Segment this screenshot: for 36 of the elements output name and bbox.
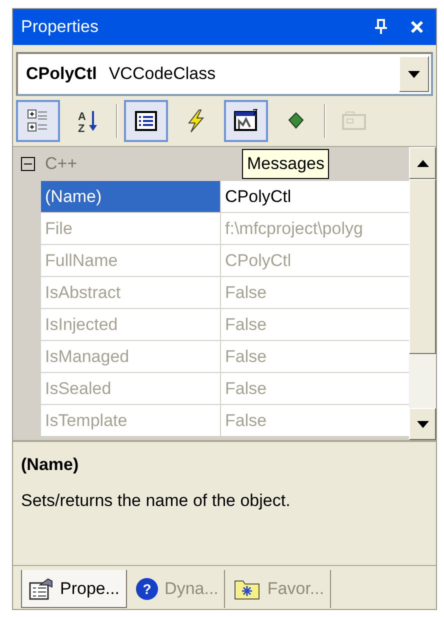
- scroll-thumb[interactable]: [409, 179, 436, 354]
- help-icon: ?: [134, 577, 159, 601]
- categorized-button[interactable]: [16, 100, 60, 142]
- scroll-down-button[interactable]: [409, 408, 436, 440]
- panel-tab[interactable]: ? Dyna...: [128, 570, 226, 608]
- categorized-list-icon: [27, 109, 49, 133]
- property-pages-icon: [342, 111, 366, 131]
- caret-icon: [408, 70, 420, 78]
- close-icon[interactable]: [410, 20, 424, 34]
- window-message-icon: [233, 109, 259, 133]
- scroll-up-button[interactable]: [409, 147, 436, 179]
- window-title: Properties: [21, 16, 100, 38]
- object-type: VCCodeClass: [108, 63, 217, 86]
- property-sheet-icon: [28, 576, 54, 600]
- properties-button[interactable]: [124, 100, 168, 142]
- panel-tab[interactable]: Prope...: [21, 570, 127, 608]
- scrollbar[interactable]: [409, 147, 436, 440]
- cube-icon: [287, 112, 305, 130]
- alphabetical-button[interactable]: A Z: [66, 100, 110, 142]
- object-selector[interactable]: CPolyCtl VCCodeClass: [16, 52, 433, 96]
- dropdown-button[interactable]: [399, 56, 429, 92]
- down-arrow-icon: [416, 420, 428, 428]
- list-icon: [135, 110, 157, 132]
- messages-button[interactable]: [224, 100, 268, 142]
- panel-tab[interactable]: Favor...: [227, 570, 332, 608]
- property-value[interactable]: CPolyCtl: [221, 181, 409, 212]
- collapse-toggle[interactable]: [21, 157, 35, 171]
- up-arrow-icon: [416, 160, 428, 166]
- object-name: CPolyCtl: [26, 63, 97, 86]
- description-text: Sets/returns the name of the object.: [21, 490, 292, 512]
- category-label: C++: [45, 153, 78, 176]
- description-title: (Name): [21, 454, 80, 476]
- lightning-icon: [185, 109, 207, 133]
- tooltip: Messages: [242, 149, 330, 179]
- pin-icon[interactable]: [374, 19, 388, 35]
- property-name[interactable]: (Name): [41, 181, 221, 212]
